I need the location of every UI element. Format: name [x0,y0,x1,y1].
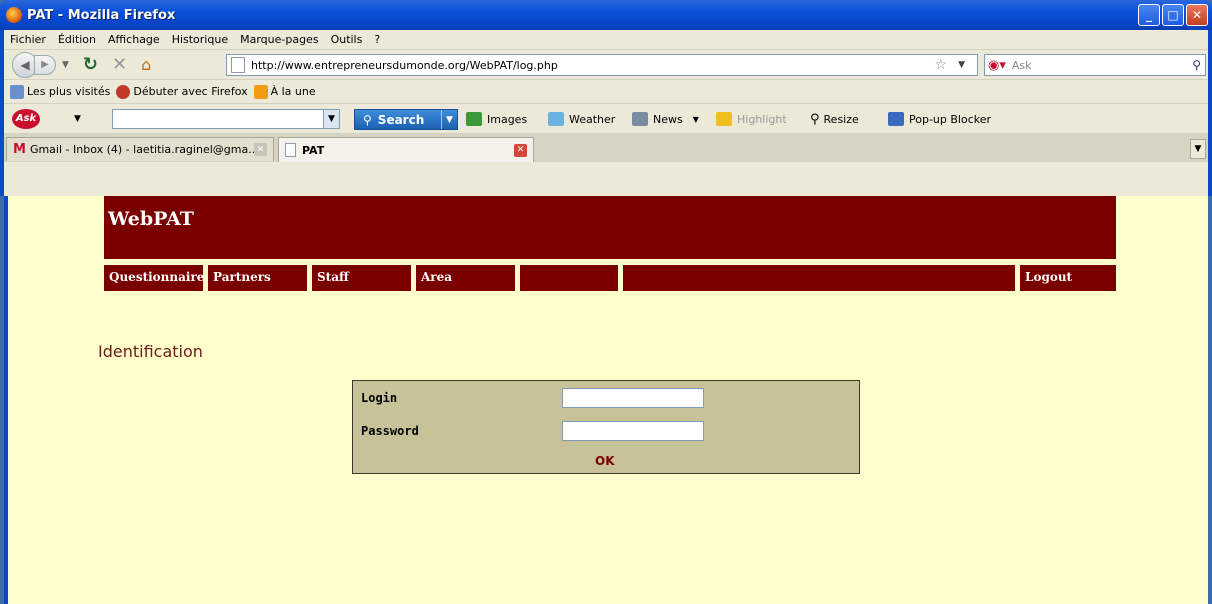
bookmark-label: À la une [270,85,316,98]
images-icon [466,112,482,126]
menu-bar: Fichier Édition Affichage Historique Mar… [4,30,1208,50]
forward-arrow-icon[interactable]: ▶ [34,54,56,75]
home-icon[interactable]: ⌂ [141,55,151,74]
menu-historique[interactable]: Historique [172,33,228,46]
reload-icon[interactable]: ↻ [83,54,98,75]
resize-button[interactable]: ⚲ Resize [810,112,859,127]
ask-menu-dropdown-icon[interactable]: ▼ [74,114,81,124]
login-form: Login Password OK [352,380,860,474]
firefox-bookmark-icon [116,84,131,99]
tab-gmail-label: Gmail - Inbox (4) - laetitia.raginel@gma… [29,143,259,156]
close-window-button[interactable]: ✕ [1186,4,1208,26]
ask-toolbar: Ask ▼ ▼ ⚲ Search ▼ Images Weather News ▼… [4,104,1208,134]
news-button[interactable]: News ▼ [632,112,699,126]
url-text[interactable]: http://www.entrepreneursdumonde.org/WebP… [251,59,558,72]
menu-affichage[interactable]: Affichage [108,33,160,46]
site-brand: WebPAT [108,208,194,230]
weather-icon [548,112,564,126]
site-banner: WebPAT [104,196,1116,259]
popup-blocker-button[interactable]: Pop-up Blocker [888,112,991,126]
menu-marque-pages[interactable]: Marque-pages [240,33,318,46]
bookmark-getting-started[interactable]: Débuter avec Firefox [116,84,248,99]
maximize-button[interactable]: □ [1162,4,1184,26]
ask-logo-icon[interactable]: Ask [12,108,40,129]
rss-icon [253,84,268,99]
resize-label: Resize [823,113,859,126]
firefox-icon [6,7,22,23]
ask-search-button[interactable]: ⚲ Search ▼ [354,109,458,130]
bookmark-folder-icon [10,84,24,99]
menu-questionnaire[interactable]: Questionnaire [104,265,204,291]
search-placeholder: Ask [1011,58,1032,72]
menu-empty-2 [623,265,1015,291]
minimize-button[interactable]: _ [1138,4,1160,26]
bookmark-label: Les plus visités [27,85,111,98]
close-tab-icon[interactable]: ✕ [514,143,527,157]
search-box[interactable]: ◉▾ Ask ⚲ [984,54,1206,76]
menu-edition[interactable]: Édition [58,33,96,46]
news-dropdown-icon[interactable]: ▼ [693,115,699,124]
password-label: Password [361,424,419,438]
page-icon [285,143,296,157]
tab-pat[interactable]: PAT ✕ [278,137,534,162]
browser-chrome: Fichier Édition Affichage Historique Mar… [0,30,1212,196]
password-input[interactable] [562,421,704,441]
menu-staff[interactable]: Staff [312,265,411,291]
login-label: Login [361,391,398,405]
resize-magnifier-icon: ⚲ [810,112,820,127]
bookmark-most-visited[interactable]: Les plus visités [10,84,111,99]
ask-engine-icon[interactable]: ◉▾ [988,58,1006,73]
history-dropdown-icon[interactable]: ▼ [62,60,69,70]
bookmark-headlines[interactable]: À la une [253,84,316,99]
gmail-icon: M [13,142,26,157]
window-controls: _ □ ✕ [1138,4,1208,26]
window-titlebar: PAT - Mozilla Firefox _ □ ✕ [0,0,1212,30]
menu-area[interactable]: Area [416,265,515,291]
window-title: PAT - Mozilla Firefox [27,7,176,23]
bookmark-star-icon[interactable]: ☆ [934,57,947,73]
news-label: News [653,112,683,126]
site-menu: Questionnaire Partners Staff Area Logout [104,265,1116,291]
ask-search-input[interactable]: ▼ [112,109,340,129]
stop-icon[interactable]: ✕ [112,54,127,75]
login-input[interactable] [562,388,704,408]
url-dropdown-icon[interactable]: ▼ [958,60,965,70]
popup-blocker-label: Pop-up Blocker [909,112,992,126]
url-bar[interactable]: http://www.entrepreneursdumonde.org/WebP… [226,54,978,76]
images-button[interactable]: Images [466,112,527,126]
search-button-label: Search [377,112,425,127]
ask-input-dropdown-icon[interactable]: ▼ [323,110,339,128]
menu-outils[interactable]: Outils [331,33,363,46]
tab-list-dropdown-icon[interactable]: ▼ [1190,139,1206,159]
section-title: Identification [98,342,203,361]
bookmarks-toolbar: Les plus visités Débuter avec Firefox À … [4,80,1208,104]
tab-bar: M Gmail - Inbox (4) - laetitia.raginel@g… [4,134,1208,162]
menu-fichier[interactable]: Fichier [10,33,46,46]
weather-label: Weather [569,112,616,126]
highlight-label: Highlight [737,112,787,126]
menu-help[interactable]: ? [374,33,380,46]
weather-button[interactable]: Weather [548,112,615,126]
menu-logout[interactable]: Logout [1020,265,1116,291]
search-magnifier-icon: ⚲ [363,112,372,127]
highlight-button[interactable]: Highlight [716,112,787,126]
menu-empty-1 [520,265,618,291]
news-icon [632,112,648,126]
navigation-bar: ◀ ▶ ▼ ↻ ✕ ⌂ http://www.entrepreneursdumo… [4,50,1208,80]
popup-blocker-icon [888,112,904,126]
tab-pat-label: PAT [302,143,325,157]
highlighter-icon [716,112,732,126]
bookmark-label: Débuter avec Firefox [133,85,248,98]
tab-gmail[interactable]: M Gmail - Inbox (4) - laetitia.raginel@g… [6,137,274,161]
images-label: Images [487,112,528,126]
menu-partners[interactable]: Partners [208,265,307,291]
close-tab-icon[interactable]: ✕ [254,143,267,156]
ok-button[interactable]: OK [595,454,615,468]
page-icon [231,57,245,73]
web-page: WebPAT Questionnaire Partners Staff Area… [4,196,1208,604]
search-dropdown-icon[interactable]: ▼ [441,110,457,129]
magnifier-icon[interactable]: ⚲ [1192,58,1201,72]
